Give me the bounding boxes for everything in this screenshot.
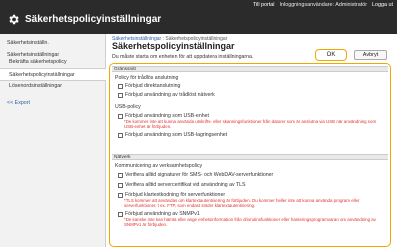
sidebar-item-password-settings[interactable]: Lösenordsinställningar — [0, 80, 106, 93]
checkbox-wireless-network[interactable]: Förbjud användning av trådlöst nätverk — [118, 92, 215, 98]
checkbox-box[interactable] — [118, 132, 123, 138]
sidebar-heading: Säkerhetsinställn. — [7, 40, 49, 46]
section-network-header: Nätverk — [112, 154, 388, 160]
logout-link[interactable]: Logga ut — [372, 2, 393, 8]
section-interface-header: Gränssnitt — [112, 66, 388, 72]
ok-button[interactable]: OK — [315, 49, 347, 61]
checkbox-label: Verifiera alltid servercertifikat vid an… — [125, 182, 246, 188]
checkbox-box[interactable] — [118, 83, 123, 89]
gear-icon — [9, 14, 19, 25]
sidebar: Säkerhetsinställn. Säkerhetsinställninga… — [0, 34, 106, 247]
network-policy-heading: Kommunicering av verksamhetspolicy — [115, 163, 203, 169]
page-title: Säkerhetspolicyinställningar — [112, 41, 235, 51]
checkbox-verify-certificates[interactable]: Verifiera alltid servercertifikat vid an… — [118, 182, 245, 188]
plaintext-auth-note: *TLS kommer att användas om klartextaute… — [124, 198, 360, 208]
top-bar: Till portal Inloggningsanvändare: Admini… — [0, 0, 397, 34]
checkbox-direct-connection[interactable]: Förbjud direktanslutning — [118, 83, 180, 89]
usb-policy-heading: USB-policy — [115, 104, 141, 110]
wireless-policy-heading: Policy för trådlös anslutning — [115, 75, 179, 81]
export-link[interactable]: << Export — [7, 100, 30, 106]
checkbox-box[interactable] — [118, 211, 123, 217]
settings-panel: Gränssnitt Policy för trådlös anslutning… — [109, 63, 391, 247]
app-title-text: Säkerhetspolicyinställningar — [25, 14, 162, 25]
snmpv1-note: *De kanske inte kan hämta eller ange enh… — [124, 217, 376, 227]
checkbox-box[interactable] — [118, 172, 123, 178]
checkbox-label: Förbjud användning av trådlöst nätverk — [125, 92, 215, 98]
app-title: Säkerhetspolicyinställningar — [7, 13, 161, 26]
usb-device-note: *De kommer inte att kunna använda utskri… — [124, 119, 377, 129]
checkbox-label: Förbjud användning som USB-lagringsenhet — [125, 132, 228, 138]
checkbox-box[interactable] — [118, 192, 123, 198]
checkbox-label: Förbjud direktanslutning — [125, 83, 181, 89]
checkbox-box[interactable] — [118, 182, 123, 188]
restart-hint: Du måste starta om enheten för att uppda… — [112, 54, 254, 60]
checkbox-box[interactable] — [118, 92, 123, 98]
main-content: Säkerhetsinställningar : Säkerhetspolicy… — [106, 34, 397, 247]
checkbox-verify-signatures[interactable]: Verifiera alltid signaturer för SMS- och… — [118, 172, 273, 178]
portal-link[interactable]: Till portal — [253, 2, 275, 8]
checkbox-box[interactable] — [118, 113, 123, 119]
top-nav: Till portal Inloggningsanvändare: Admini… — [253, 2, 393, 8]
login-user-info: Inloggningsanvändare: Administratör — [279, 2, 368, 8]
checkbox-label: Verifiera alltid signaturer för SMS- och… — [125, 172, 274, 178]
checkbox-usb-storage[interactable]: Förbjud användning som USB-lagringsenhet — [118, 132, 227, 138]
cancel-button[interactable]: Avbryt — [354, 50, 387, 60]
